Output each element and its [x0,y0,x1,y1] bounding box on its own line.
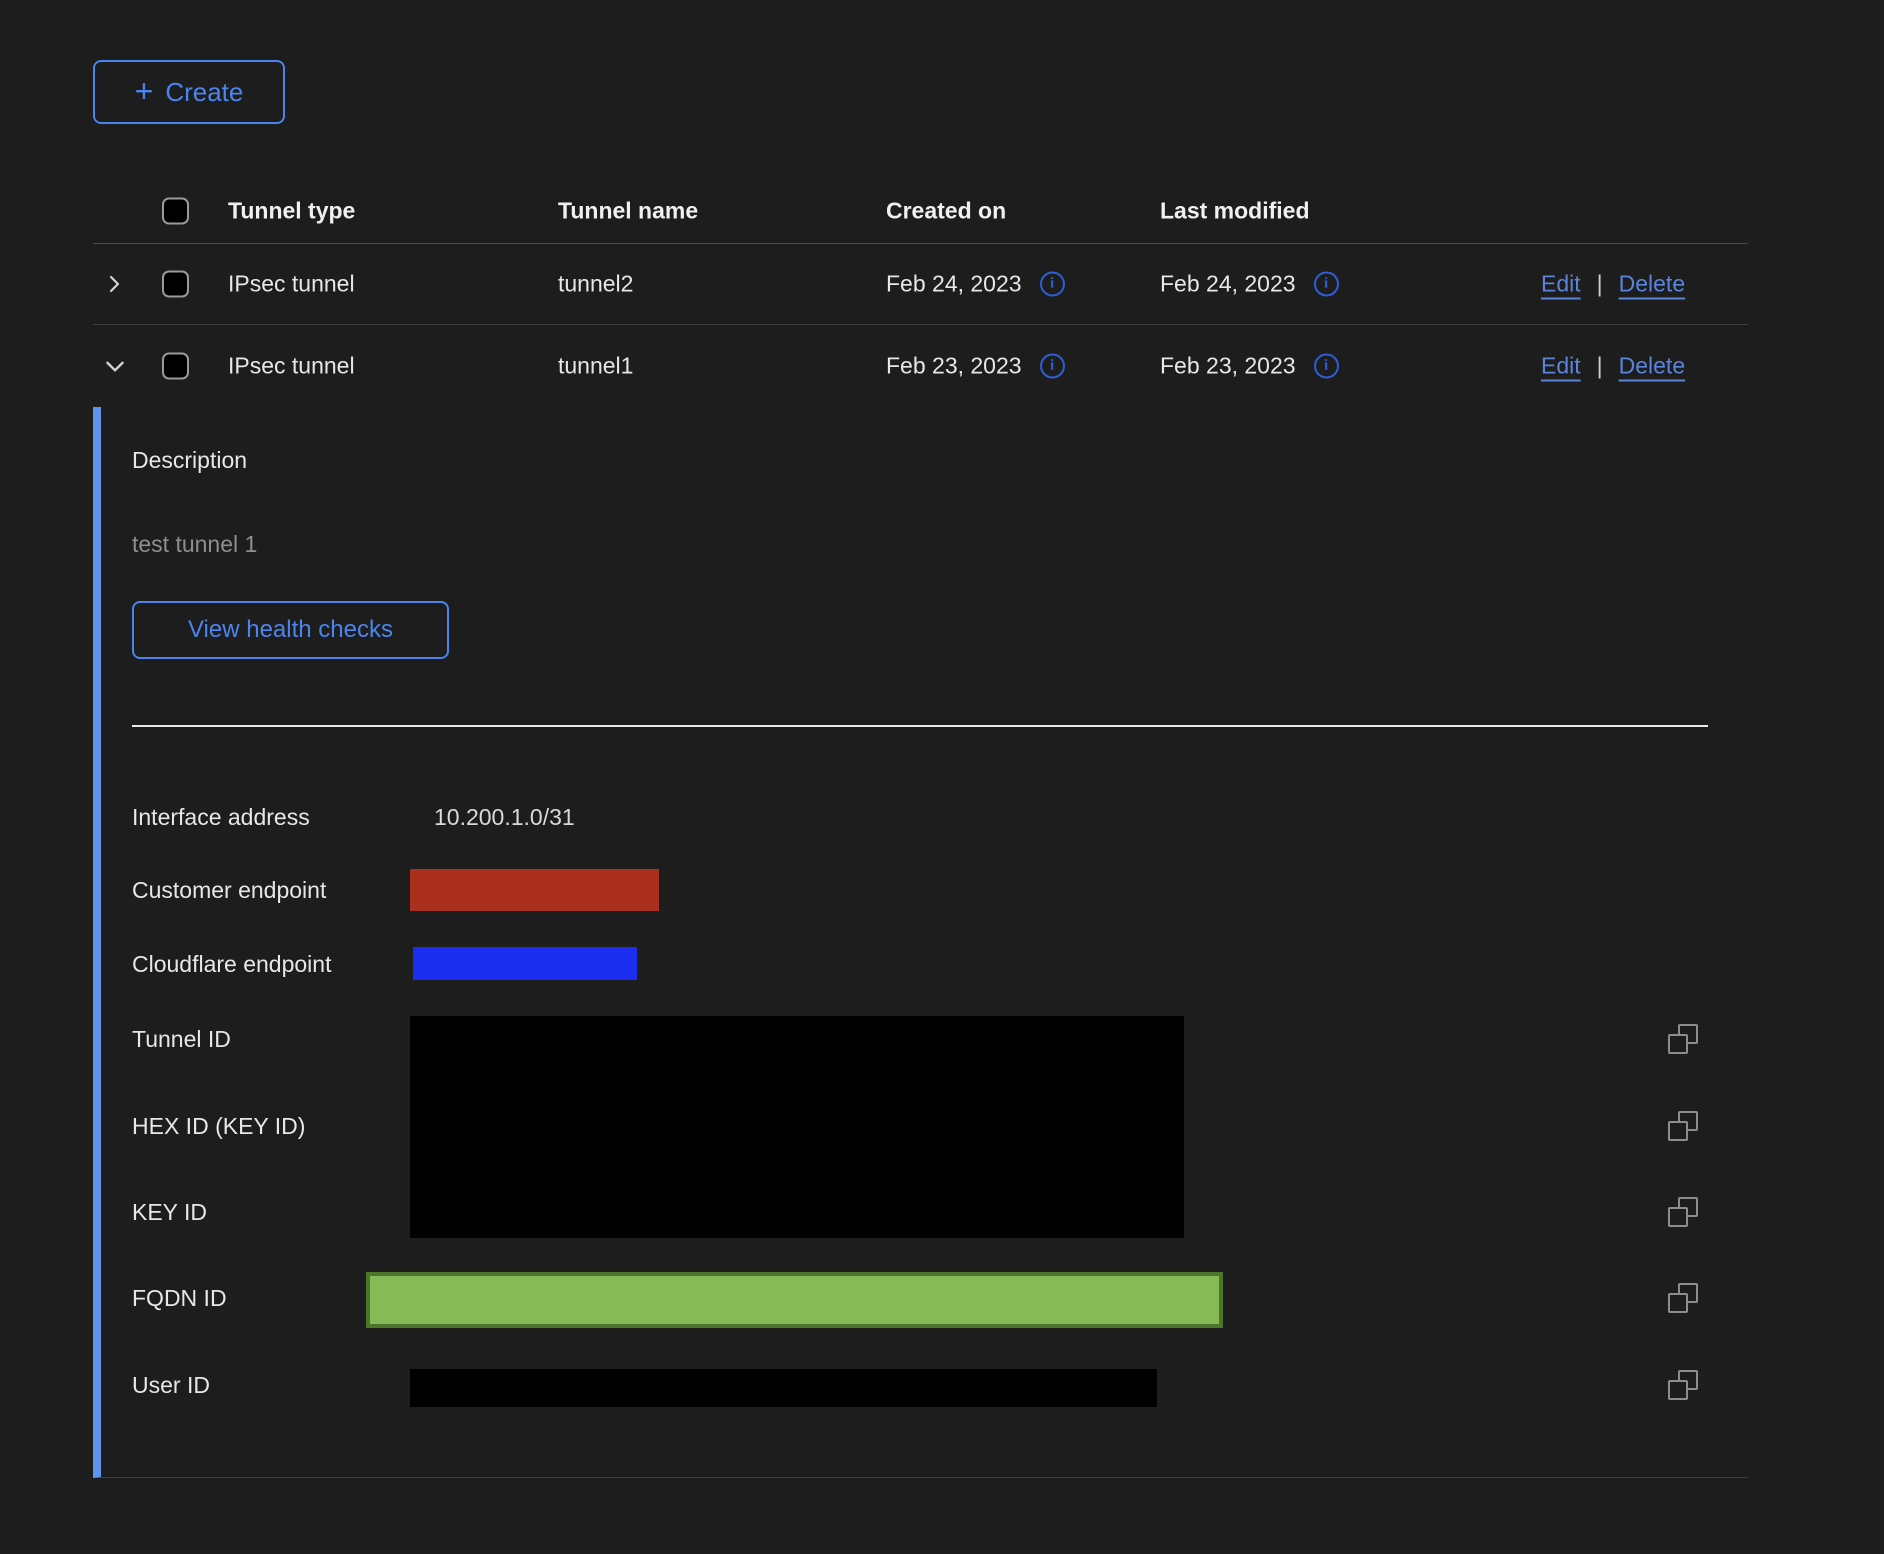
select-all-checkbox[interactable] [162,197,189,224]
info-icon[interactable]: i [1040,353,1065,378]
create-button-label: Create [165,77,243,108]
description-label: Description [132,446,247,474]
tunnel-type-cell: IPsec tunnel [228,352,355,379]
user-id-redaction [410,1369,1157,1407]
copy-hex-id-icon[interactable] [1668,1111,1698,1141]
copy-fqdn-id-icon[interactable] [1668,1283,1698,1313]
expanded-row-panel: Description test tunnel 1 View health ch… [93,407,1748,1478]
last-modified-cell: Feb 23, 2023 [1160,352,1296,379]
fqdn-id-redaction [366,1272,1223,1328]
copy-tunnel-id-icon[interactable] [1668,1024,1698,1054]
last-modified-cell: Feb 24, 2023 [1160,271,1296,298]
delete-link[interactable]: Delete [1619,352,1685,379]
tunnel-name-cell: tunnel1 [558,352,633,379]
cloudflare-endpoint-redaction [413,947,637,980]
chevron-down-icon[interactable] [102,353,128,379]
copy-user-id-icon[interactable] [1668,1370,1698,1400]
info-icon[interactable]: i [1314,272,1339,297]
create-button[interactable]: + Create [93,60,285,124]
chevron-right-icon[interactable] [102,272,126,296]
customer-endpoint-label: Customer endpoint [132,876,326,904]
customer-endpoint-redaction [410,869,659,911]
created-on-cell: Feb 24, 2023 [886,271,1022,298]
interface-address-label: Interface address [132,803,310,831]
view-health-checks-button[interactable]: View health checks [132,601,449,659]
row-checkbox[interactable] [162,352,189,379]
hex-id-label: HEX ID (KEY ID) [132,1112,305,1140]
tunnels-page: + Create Tunnel type Tunnel name Created… [0,0,1884,1554]
key-id-label: KEY ID [132,1198,207,1226]
table-row: IPsec tunnel tunnel1 Feb 23, 2023 i Feb … [93,325,1748,406]
section-divider [132,725,1708,727]
ids-redaction [410,1016,1184,1238]
tunnel-id-label: Tunnel ID [132,1025,231,1053]
column-header-tunnel-type: Tunnel type [228,197,355,224]
column-header-tunnel-name: Tunnel name [558,197,698,224]
tunnel-name-cell: tunnel2 [558,271,633,298]
action-separator: | [1597,271,1603,298]
tunnel-type-cell: IPsec tunnel [228,271,355,298]
copy-key-id-icon[interactable] [1668,1197,1698,1227]
column-header-last-modified: Last modified [1160,197,1310,224]
row-checkbox[interactable] [162,271,189,298]
edit-link[interactable]: Edit [1541,271,1581,298]
info-icon[interactable]: i [1314,353,1339,378]
tunnels-table: Tunnel type Tunnel name Created on Last … [93,178,1748,406]
created-on-cell: Feb 23, 2023 [886,352,1022,379]
delete-link[interactable]: Delete [1619,271,1685,298]
edit-link[interactable]: Edit [1541,352,1581,379]
info-icon[interactable]: i [1040,272,1065,297]
cloudflare-endpoint-label: Cloudflare endpoint [132,950,331,978]
plus-icon: + [135,75,154,107]
fqdn-id-label: FQDN ID [132,1284,227,1312]
interface-address-value: 10.200.1.0/31 [434,803,575,831]
action-separator: | [1597,352,1603,379]
description-value: test tunnel 1 [132,530,257,558]
column-header-created-on: Created on [886,197,1006,224]
table-header-row: Tunnel type Tunnel name Created on Last … [93,178,1748,244]
user-id-label: User ID [132,1371,210,1399]
table-row: IPsec tunnel tunnel2 Feb 24, 2023 i Feb … [93,244,1748,325]
